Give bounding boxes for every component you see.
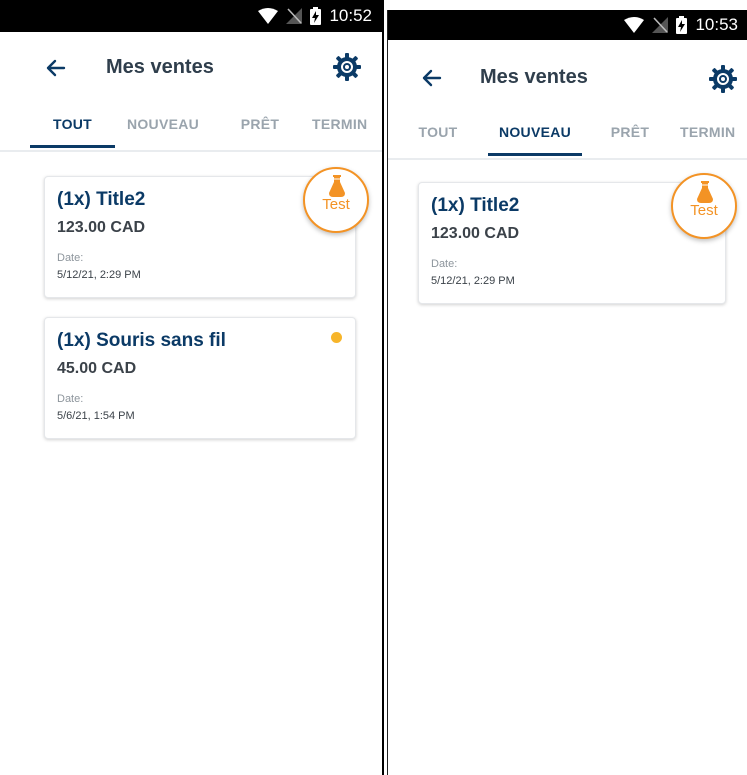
status-tabs: TOUT NOUVEAU PRÊT TERMIN <box>388 112 747 160</box>
status-icons: 10:53 <box>624 10 738 40</box>
sale-date: 5/6/21, 1:54 PM <box>57 410 135 422</box>
battery-charging-icon <box>676 16 688 34</box>
signal-off-icon <box>652 17 669 33</box>
test-badge-label: Test <box>322 196 350 213</box>
sale-title: (1x) Souris sans fil <box>57 330 226 351</box>
tab-tout[interactable]: TOUT <box>408 112 468 156</box>
settings-gear-icon[interactable] <box>708 64 738 94</box>
flask-icon <box>329 175 345 197</box>
test-badge-label: Test <box>690 202 718 219</box>
status-time: 10:53 <box>695 15 738 34</box>
flask-icon <box>697 181 713 203</box>
sale-title: (1x) Title2 <box>431 195 520 216</box>
battery-charging-icon <box>310 7 322 25</box>
tab-termine[interactable]: TERMIN <box>680 112 747 156</box>
page-title: Mes ventes <box>106 56 214 78</box>
test-badge: Test <box>671 173 737 239</box>
signal-off-icon <box>286 8 303 24</box>
sale-date-label: Date: <box>57 252 84 264</box>
sale-price: 45.00 CAD <box>57 360 137 377</box>
status-bar: 10:53 <box>388 10 747 40</box>
tab-pret[interactable]: PRÊT <box>222 104 298 148</box>
sale-price: 123.00 CAD <box>57 219 146 236</box>
sale-date: 5/12/21, 2:29 PM <box>57 269 141 281</box>
wifi-icon <box>258 8 279 24</box>
wifi-icon <box>624 17 645 33</box>
new-status-dot <box>331 332 342 343</box>
sale-price: 123.00 CAD <box>431 225 520 242</box>
tab-nouveau[interactable]: NOUVEAU <box>120 104 206 148</box>
phone-screen-new-tab: 10:53 Mes ventes TOUT NOUVEAU PRÊT TERMI… <box>387 10 747 775</box>
tab-nouveau[interactable]: NOUVEAU <box>488 112 582 156</box>
tab-tout[interactable]: TOUT <box>30 104 115 148</box>
status-time: 10:52 <box>329 6 372 25</box>
status-icons: 10:52 <box>258 0 372 32</box>
sale-date: 5/12/21, 2:29 PM <box>431 275 515 287</box>
status-tabs: TOUT NOUVEAU PRÊT TERMIN <box>0 104 382 152</box>
back-arrow-icon[interactable] <box>418 64 446 92</box>
phone-screen-all-tab: 10:52 Mes ventes TOUT NOUVEAU PRÊT TERMI… <box>0 0 384 775</box>
status-bar: 10:52 <box>0 0 382 32</box>
sale-title: (1x) Title2 <box>57 189 146 210</box>
sale-date-label: Date: <box>57 393 84 405</box>
page-title: Mes ventes <box>480 66 588 88</box>
test-badge: Test <box>303 167 369 233</box>
sale-date-label: Date: <box>431 258 458 270</box>
app-bar: Mes ventes <box>388 40 747 112</box>
tab-termine[interactable]: TERMIN <box>312 104 382 148</box>
sale-card[interactable]: (1x) Souris sans fil 45.00 CAD Date: 5/6… <box>44 317 356 439</box>
app-bar: Mes ventes <box>0 32 382 104</box>
back-arrow-icon[interactable] <box>42 54 70 82</box>
settings-gear-icon[interactable] <box>332 52 362 82</box>
tab-pret[interactable]: PRÊT <box>600 112 660 156</box>
